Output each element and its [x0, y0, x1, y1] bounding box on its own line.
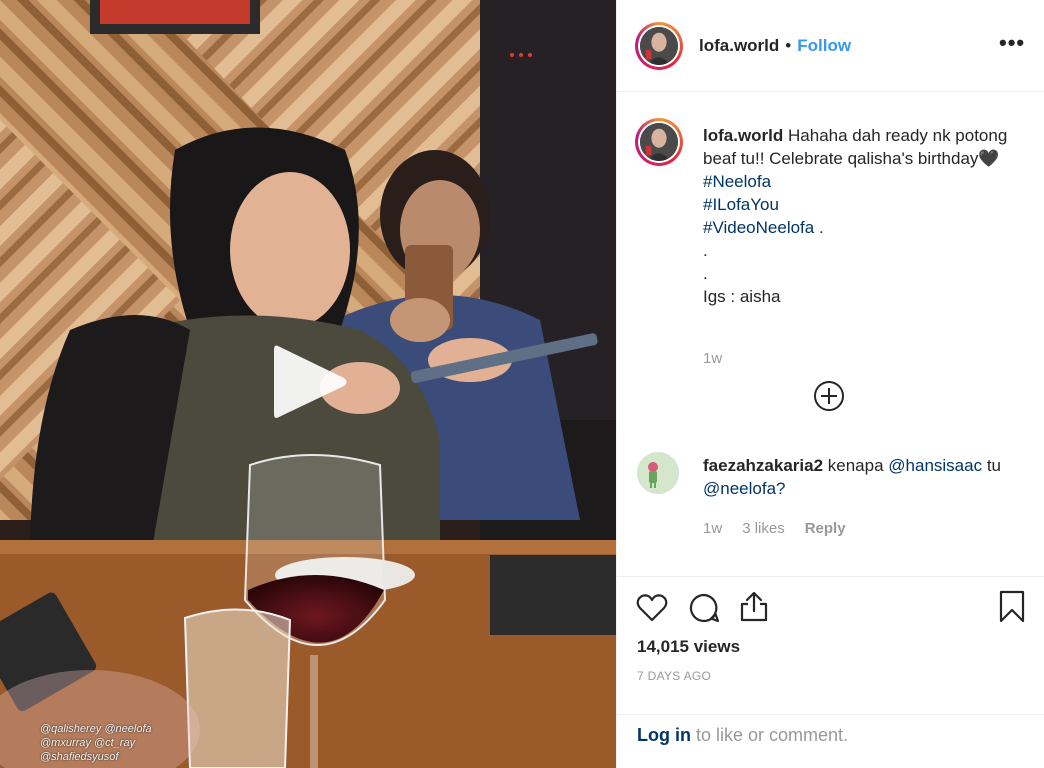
avatar-photo — [637, 452, 679, 494]
caption-avatar[interactable] — [635, 118, 683, 166]
play-button[interactable] — [270, 340, 350, 424]
post-side-panel: lofa.world • Follow ••• lofa.world Hahah… — [616, 0, 1044, 768]
load-more-comments-button[interactable] — [813, 380, 845, 412]
header-separator: • — [785, 35, 792, 55]
share-icon — [740, 591, 768, 622]
post-header: lofa.world • Follow ••• — [617, 0, 1044, 92]
caption-text-block: lofa.world Hahaha dah ready nk potong be… — [703, 124, 1033, 308]
commenter-avatar[interactable] — [637, 452, 679, 494]
avatar-photo — [640, 123, 678, 161]
reply-button[interactable]: Reply — [805, 520, 846, 537]
comment-text: tu — [986, 456, 1002, 475]
caption-credit: Igs : aisha — [703, 287, 781, 306]
save-button[interactable] — [995, 589, 1029, 623]
play-icon — [274, 345, 347, 418]
comment-timestamp[interactable]: 1w — [703, 520, 722, 537]
mention-link[interactable]: @neelofa? — [703, 479, 786, 498]
heart-icon — [636, 594, 668, 622]
author-username[interactable]: lofa.world — [699, 36, 779, 56]
login-prompt-text: to like or comment. — [696, 725, 849, 745]
bookmark-icon — [999, 590, 1025, 623]
more-options-icon[interactable]: ••• — [999, 32, 1025, 58]
hashtag-link[interactable]: #Neelofa — [703, 170, 1033, 193]
view-count[interactable]: 14,015 views — [637, 637, 740, 657]
video-overlay-tags: @qalisherey @neelofa @mxurray @ct_ray @s… — [40, 722, 180, 764]
login-prompt: Log in to like or comment. — [617, 714, 1044, 768]
hashtag-link[interactable]: #VideoNeelofa . — [703, 216, 1033, 239]
follow-button[interactable]: Follow — [797, 36, 851, 56]
login-link[interactable]: Log in — [637, 725, 691, 745]
commenter-username[interactable]: faezahzakaria2 — [703, 456, 823, 475]
caption-timestamp[interactable]: 1w — [703, 350, 722, 367]
caption-username[interactable]: lofa.world — [703, 126, 783, 145]
comment-meta: 1w 3 likes Reply — [703, 520, 846, 537]
share-button[interactable] — [737, 589, 771, 623]
author-avatar[interactable] — [635, 21, 683, 70]
like-button[interactable] — [635, 591, 669, 625]
video-tag-line: @qalisherey @neelofa — [40, 723, 152, 735]
avatar-photo — [640, 26, 678, 65]
comment-bubble-icon — [689, 593, 720, 623]
comment-button[interactable] — [687, 591, 721, 625]
video-player[interactable]: @qalisherey @neelofa @mxurray @ct_ray @s… — [0, 0, 616, 768]
post-date[interactable]: 7 DAYS AGO — [637, 669, 711, 683]
comment-text-block: faezahzakaria2 kenapa @hansisaac tu @nee… — [703, 454, 1023, 500]
comment-likes[interactable]: 3 likes — [742, 520, 785, 537]
comment-text: kenapa — [827, 456, 884, 475]
video-tag-line: @shafiedsyusof — [40, 751, 119, 763]
caption-dot-line: . — [703, 241, 708, 260]
video-tag-line: @mxurray @ct_ray — [40, 737, 136, 749]
mention-link[interactable]: @hansisaac — [888, 456, 982, 475]
hashtag-link[interactable]: #ILofaYou — [703, 193, 1033, 216]
plus-circle-icon — [814, 381, 844, 411]
caption-dot-line: . — [703, 264, 708, 283]
